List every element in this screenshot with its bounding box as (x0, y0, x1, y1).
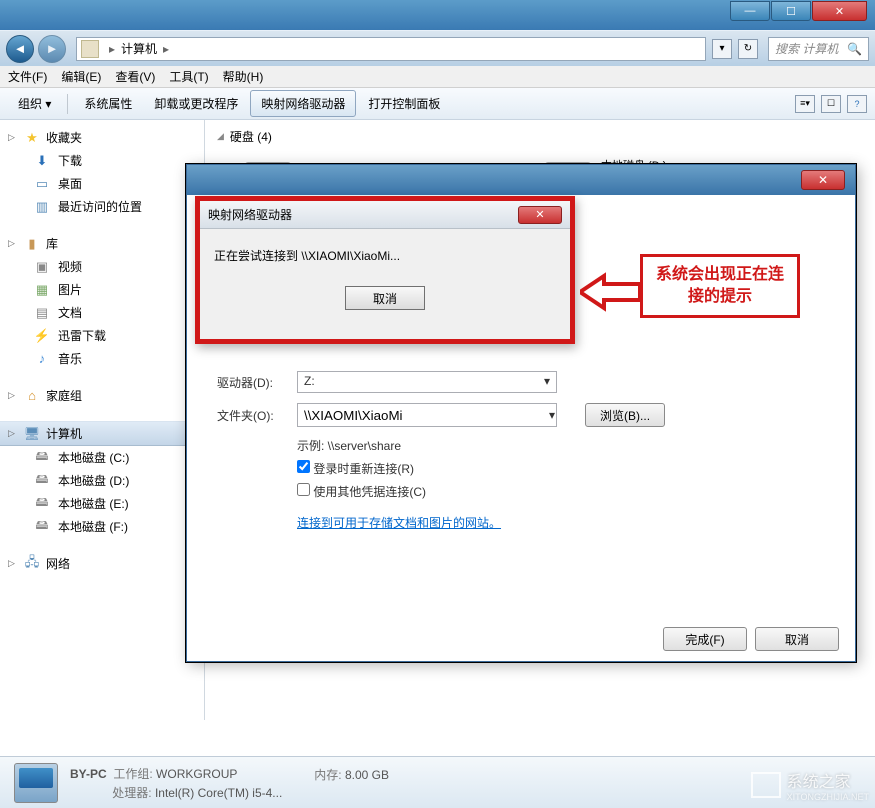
back-button[interactable]: ◄ (6, 35, 34, 63)
sidebar-network[interactable]: ▷🖧网络 (0, 552, 204, 575)
computer-large-icon (14, 763, 58, 803)
sidebar-item-videos[interactable]: ▣视频 (0, 255, 204, 278)
star-icon: ★ (24, 130, 40, 146)
breadcrumb-segment[interactable]: 计算机 (121, 40, 157, 57)
sidebar-favorites[interactable]: ▷★收藏夹 (0, 126, 204, 149)
breadcrumb[interactable]: ▸ 计算机 ▸ (76, 37, 706, 61)
sidebar-libraries[interactable]: ▷▮库 (0, 232, 204, 255)
preview-pane-icon[interactable]: ☐ (821, 95, 841, 113)
dropdown-icon[interactable]: ▾ (712, 39, 732, 59)
recent-icon: ▥ (34, 199, 50, 215)
connecting-cancel-button[interactable]: 取消 (345, 286, 425, 310)
drive-icon: 🖴 (34, 496, 50, 512)
minimize-button[interactable]: — (730, 1, 770, 21)
drive-icon: 🖴 (34, 450, 50, 466)
dialog-titlebar[interactable]: ✕ (187, 165, 855, 195)
dialog-close-icon[interactable]: ✕ (801, 170, 845, 190)
sidebar-item-drive-c[interactable]: 🖴本地磁盘 (C:) (0, 446, 204, 469)
menu-bar: 文件(F) 编辑(E) 查看(V) 工具(T) 帮助(H) (0, 66, 875, 88)
drive-label: 驱动器(D): (217, 374, 287, 391)
tool-system-properties[interactable]: 系统属性 (74, 91, 142, 116)
sidebar-item-thunder[interactable]: ⚡迅雷下载 (0, 324, 204, 347)
address-bar: ◄ ► ▸ 计算机 ▸ ▾ ↻ 搜索 计算机 🔍 (0, 30, 875, 66)
menu-help[interactable]: 帮助(H) (223, 68, 264, 85)
sidebar-homegroup[interactable]: ▷⌂家庭组 (0, 384, 204, 407)
desktop-icon: ▭ (34, 176, 50, 192)
drive-icon: 🖴 (34, 519, 50, 535)
help-icon[interactable]: ? (847, 95, 867, 113)
sidebar: ▷★收藏夹 ⬇下载 ▭桌面 ▥最近访问的位置 ▷▮库 ▣视频 ▦图片 ▤文档 ⚡… (0, 120, 205, 720)
sidebar-item-desktop[interactable]: ▭桌面 (0, 172, 204, 195)
tool-control-panel[interactable]: 打开控制面板 (358, 91, 450, 116)
sidebar-item-music[interactable]: ♪音乐 (0, 347, 204, 370)
sidebar-item-documents[interactable]: ▤文档 (0, 301, 204, 324)
cancel-button[interactable]: 取消 (755, 627, 839, 651)
reconnect-checkbox[interactable] (297, 460, 310, 473)
folder-label: 文件夹(O): (217, 407, 287, 424)
status-bar: BY-PC 工作组: WORKGROUP BY-PC 处理器: Intel(R)… (0, 756, 875, 808)
tool-bar: 组织 ▾ 系统属性 卸载或更改程序 映射网络驱动器 打开控制面板 ≡▾ ☐ ? (0, 88, 875, 120)
callout-box: 系统会出现正在连接的提示 (640, 254, 800, 318)
thunder-icon: ⚡ (34, 328, 50, 344)
sidebar-item-downloads[interactable]: ⬇下载 (0, 149, 204, 172)
watermark: 系统之家 XITONGZHIJIA.NET (751, 768, 869, 802)
close-button[interactable]: ✕ (812, 1, 867, 21)
menu-edit[interactable]: 编辑(E) (61, 68, 101, 85)
connecting-dialog: 映射网络驱动器 ✕ 正在尝试连接到 \\XIAOMI\XiaoMi... 取消 (195, 196, 575, 344)
search-input[interactable]: 搜索 计算机 🔍 (768, 37, 869, 61)
maximize-button[interactable]: ☐ (771, 1, 811, 21)
download-icon: ⬇ (34, 153, 50, 169)
storage-link[interactable]: 连接到可用于存储文档和图片的网站。 (297, 516, 501, 530)
music-icon: ♪ (34, 351, 50, 367)
forward-button[interactable]: ► (38, 35, 66, 63)
network-icon: 🖧 (24, 556, 40, 572)
window-title-bar: — ☐ ✕ (0, 0, 875, 30)
menu-file[interactable]: 文件(F) (8, 68, 47, 85)
computer-icon (81, 40, 99, 58)
watermark-logo-icon (751, 772, 781, 798)
other-credentials-checkbox[interactable] (297, 483, 310, 496)
sidebar-item-recent[interactable]: ▥最近访问的位置 (0, 195, 204, 218)
library-icon: ▮ (24, 236, 40, 252)
sidebar-computer[interactable]: ▷🖥计算机 (0, 421, 204, 446)
video-icon: ▣ (34, 259, 50, 275)
sidebar-item-pictures[interactable]: ▦图片 (0, 278, 204, 301)
drives-header[interactable]: ◢ 硬盘 (4) (217, 128, 863, 145)
sidebar-item-drive-f[interactable]: 🖴本地磁盘 (F:) (0, 515, 204, 538)
refresh-icon[interactable]: ↻ (738, 39, 758, 59)
tool-map-network-drive[interactable]: 映射网络驱动器 (250, 90, 356, 117)
homegroup-icon: ⌂ (24, 388, 40, 404)
folder-input[interactable] (297, 403, 557, 427)
organize-button[interactable]: 组织 ▾ (8, 91, 61, 116)
connecting-titlebar[interactable]: 映射网络驱动器 ✕ (200, 201, 570, 229)
search-icon[interactable]: 🔍 (847, 42, 862, 56)
finish-button[interactable]: 完成(F) (663, 627, 747, 651)
sidebar-item-drive-d[interactable]: 🖴本地磁盘 (D:) (0, 469, 204, 492)
sidebar-item-drive-e[interactable]: 🖴本地磁盘 (E:) (0, 492, 204, 515)
browse-button[interactable]: 浏览(B)... (585, 403, 665, 427)
search-placeholder: 搜索 计算机 (775, 40, 838, 57)
tool-uninstall[interactable]: 卸载或更改程序 (144, 91, 248, 116)
connecting-close-icon[interactable]: ✕ (518, 206, 562, 224)
connecting-message: 正在尝试连接到 \\XIAOMI\XiaoMi... (214, 247, 556, 264)
view-mode-icon[interactable]: ≡▾ (795, 95, 815, 113)
menu-view[interactable]: 查看(V) (115, 68, 155, 85)
drive-select[interactable]: Z: ▾ (297, 371, 557, 393)
document-icon: ▤ (34, 305, 50, 321)
menu-tools[interactable]: 工具(T) (169, 68, 208, 85)
picture-icon: ▦ (34, 282, 50, 298)
computer-name: BY-PC (70, 767, 107, 781)
drive-icon: 🖴 (34, 473, 50, 489)
computer-icon: 🖥 (24, 426, 40, 442)
example-text: 示例: \\server\share (217, 437, 825, 454)
callout-arrow-icon (580, 272, 640, 312)
